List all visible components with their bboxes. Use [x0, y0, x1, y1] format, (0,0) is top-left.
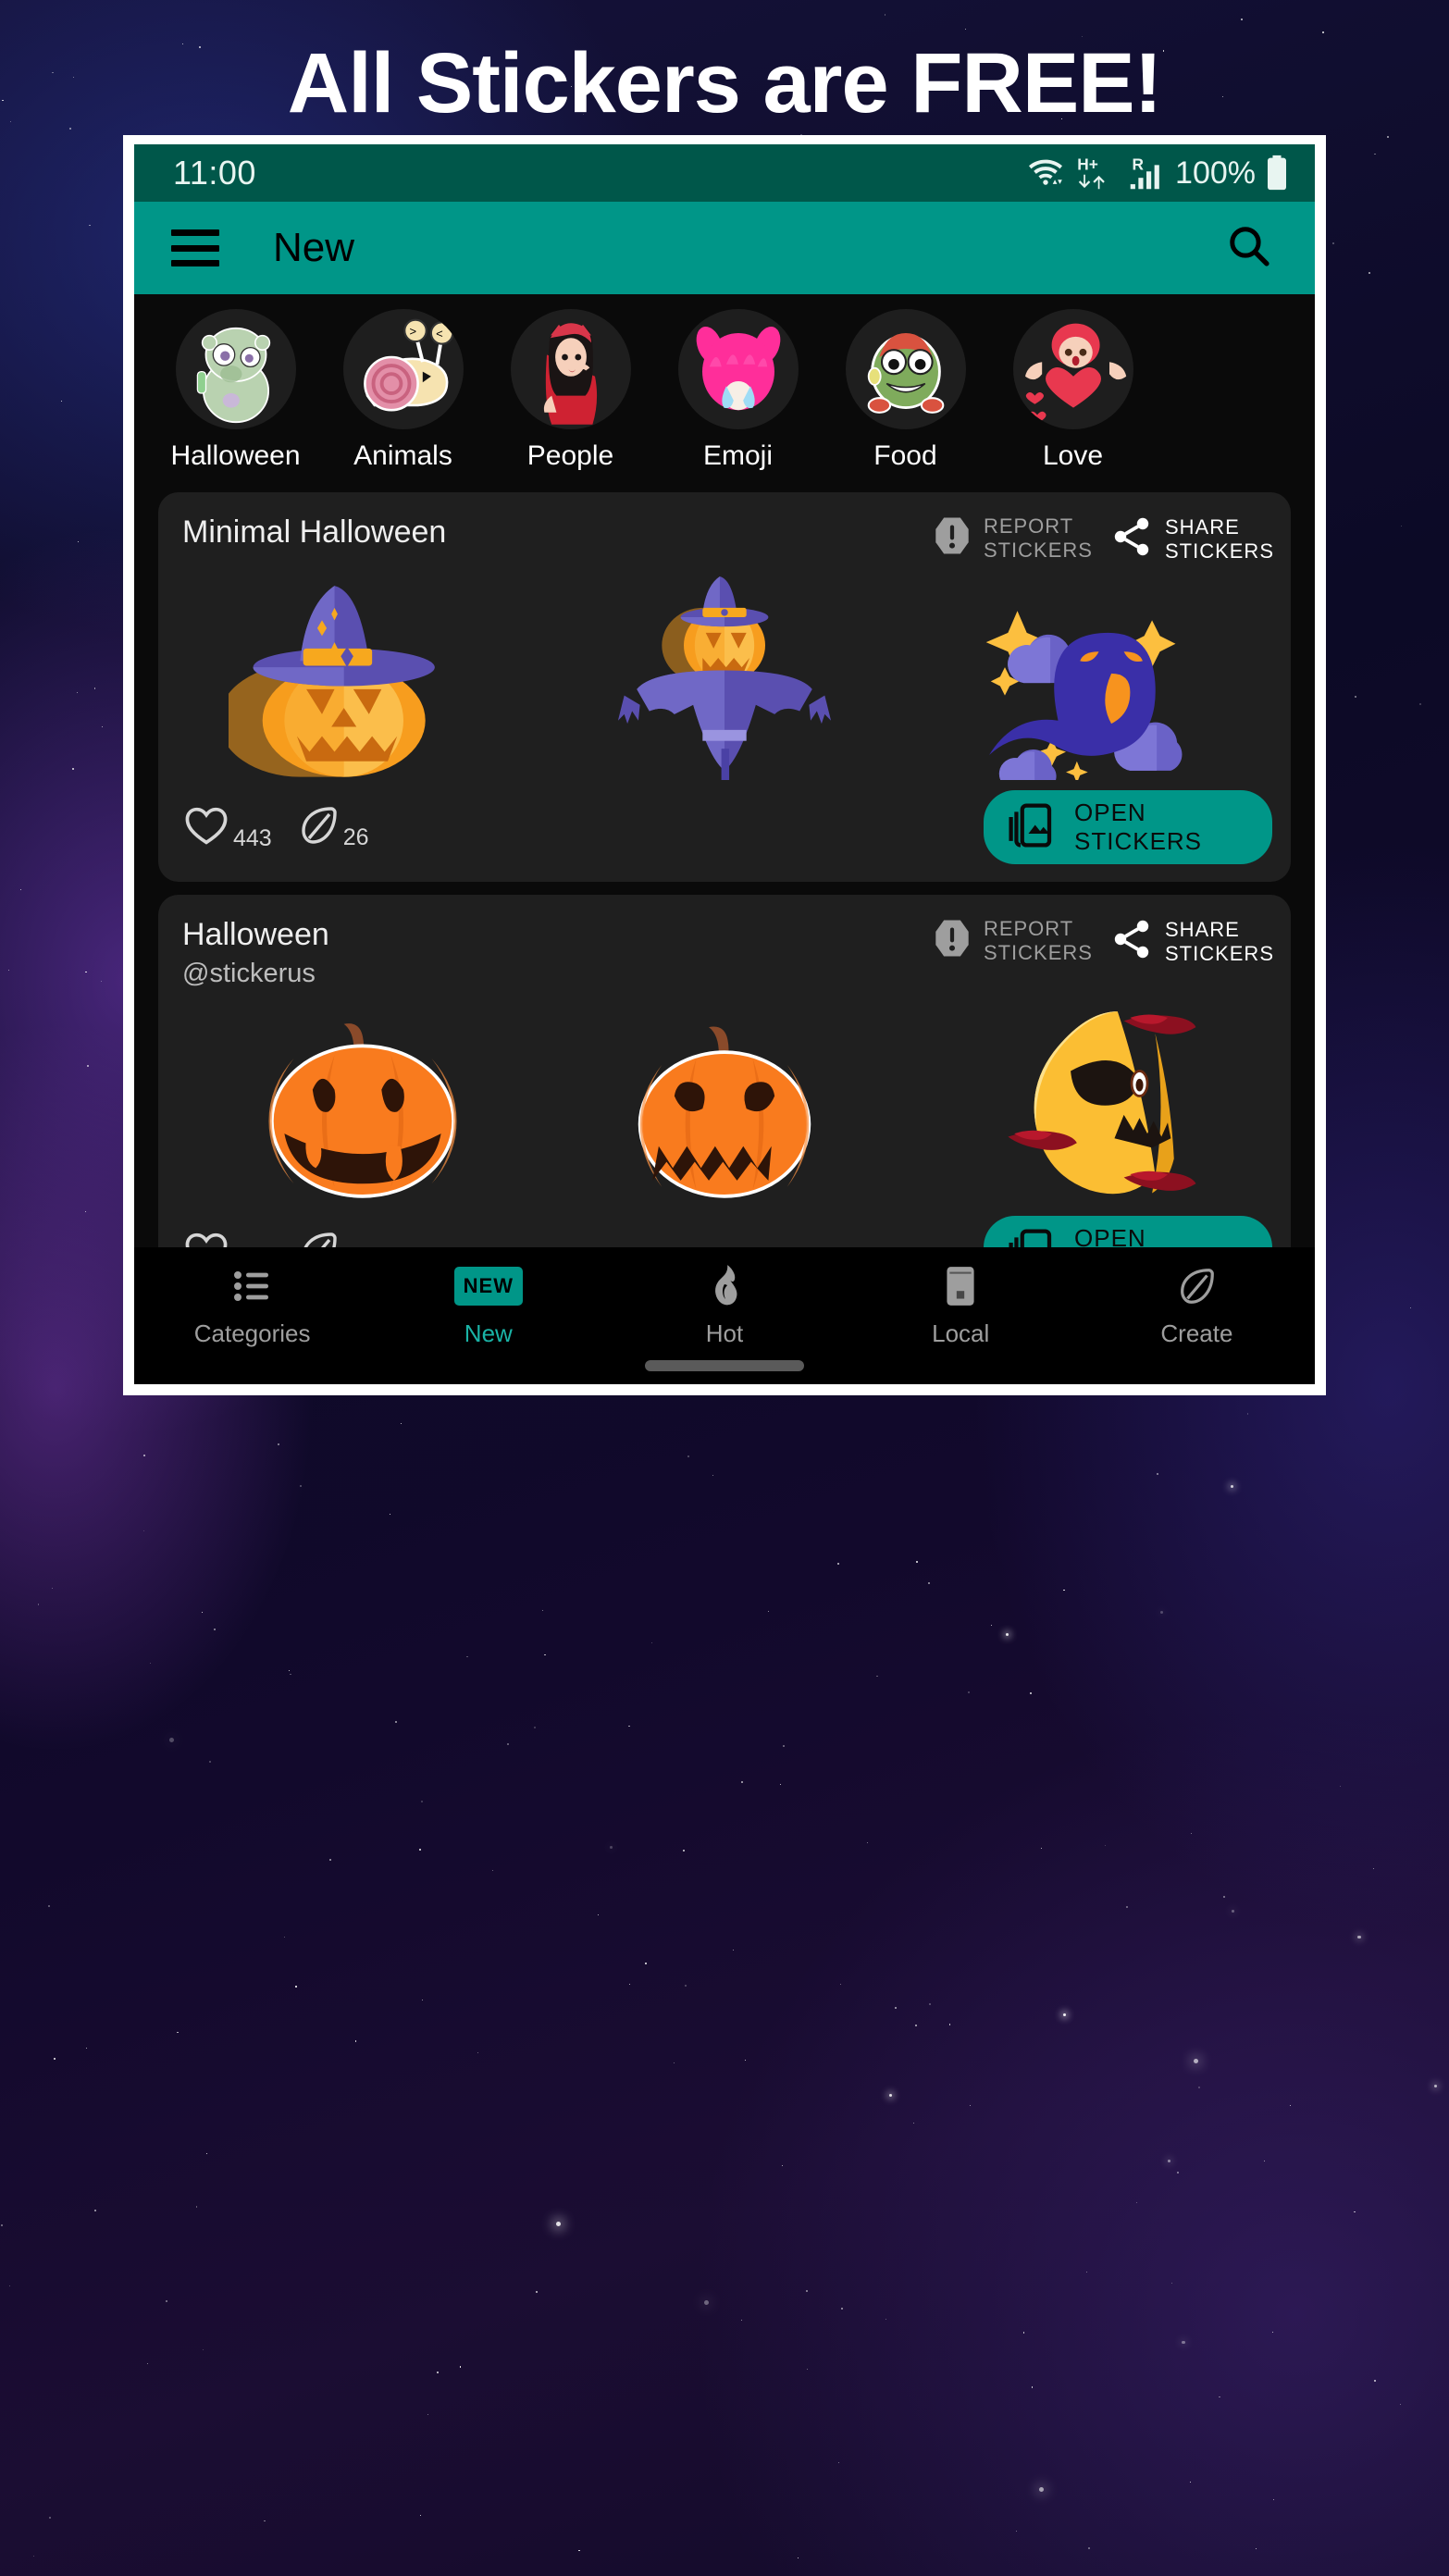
- status-time: 11:00: [173, 154, 256, 192]
- watermelon-monster-sticker: [845, 309, 966, 429]
- signal-icon: R: [1127, 155, 1166, 191]
- nav-label: Local: [932, 1319, 990, 1347]
- snail-sticker: > <: [342, 309, 464, 429]
- purple-ghost-sticker[interactable]: [952, 576, 1220, 790]
- status-icons: H+ R 100%: [1025, 155, 1289, 192]
- nav-item-categories[interactable]: Categories: [134, 1262, 370, 1348]
- open-stickers-label: OPEN STICKERS: [1074, 799, 1203, 855]
- battery-icon: [1265, 155, 1289, 192]
- phone-screen: 11:00 H+ R 100% New Halloween > < Animal…: [134, 144, 1315, 1384]
- new-badge-text: NEW: [453, 1267, 523, 1306]
- category-item-animals[interactable]: > < Animals: [326, 309, 480, 472]
- smiling-jack-o-lantern-sticker[interactable]: [229, 1002, 497, 1206]
- hamburger-menu-icon[interactable]: [171, 229, 219, 266]
- nav-label: Hot: [705, 1319, 744, 1347]
- pack-titles: Minimal Halloween: [182, 513, 915, 551]
- category-item-halloween[interactable]: Halloween: [158, 309, 313, 472]
- phone-frame: 11:00 H+ R 100% New Halloween > < Animal…: [123, 135, 1326, 1395]
- phone-icon: [940, 1262, 981, 1310]
- new-badge-icon: NEW: [453, 1262, 523, 1310]
- share-stickers-label: SHARE STICKERS: [1164, 917, 1274, 965]
- svg-text:H+: H+: [1077, 155, 1098, 174]
- creations-count: 26: [342, 824, 369, 850]
- nav-label: New: [464, 1319, 513, 1347]
- heart-icon: [182, 801, 230, 854]
- nav-item-new[interactable]: NEW New: [370, 1262, 606, 1348]
- share-icon: [1109, 514, 1154, 564]
- pumpkin-witch-hat-sticker[interactable]: [218, 576, 497, 780]
- flame-icon: [703, 1262, 746, 1310]
- pack-name: Halloween: [182, 917, 329, 952]
- woman-sticker: [510, 309, 631, 429]
- report-stickers-button[interactable]: REPORT STICKERS: [932, 513, 1093, 563]
- yellow-moon-monster-sticker[interactable]: [952, 1002, 1220, 1206]
- nav-label: Categories: [193, 1319, 311, 1347]
- scarecrow-sticker[interactable]: [590, 576, 859, 780]
- share-stickers-button[interactable]: SHARE STICKERS: [1109, 915, 1274, 966]
- category-label: Love: [1042, 440, 1104, 471]
- likes-count: 443: [233, 824, 272, 851]
- category-label: Halloween: [170, 440, 301, 471]
- share-stickers-button[interactable]: SHARE STICKERS: [1109, 513, 1274, 564]
- report-stickers-label: REPORT STICKERS: [983, 917, 1093, 964]
- app-bar: New: [134, 202, 1315, 294]
- pack-preview[interactable]: [158, 569, 1291, 790]
- creations-stat[interactable]: 26: [296, 802, 369, 853]
- nav-item-hot[interactable]: Hot: [606, 1262, 842, 1348]
- battery-percent: 100%: [1175, 155, 1256, 191]
- zombie-sticker: [175, 309, 296, 429]
- category-item-food[interactable]: Food: [828, 309, 983, 472]
- likes-stat[interactable]: 443: [182, 801, 272, 854]
- report-stickers-button[interactable]: REPORT STICKERS: [932, 915, 1093, 965]
- wifi-icon: [1025, 156, 1066, 190]
- open-stickers-button[interactable]: OPEN STICKERS: [984, 790, 1272, 864]
- report-stickers-label: REPORT STICKERS: [983, 514, 1093, 562]
- category-label: People: [526, 440, 614, 471]
- pack-preview[interactable]: [158, 995, 1291, 1208]
- category-item-emoji[interactable]: Emoji: [661, 309, 815, 472]
- pack-author: @stickerus: [182, 959, 316, 988]
- share-icon: [1109, 917, 1154, 966]
- feather-icon: [296, 802, 341, 853]
- category-item-people[interactable]: People: [493, 309, 648, 472]
- promo-headline: All Stickers are FREE!: [287, 36, 1162, 130]
- bottom-navigation[interactable]: Categories NEW New Hot Local Create: [134, 1247, 1315, 1384]
- share-stickers-label: SHARE STICKERS: [1164, 514, 1274, 563]
- sticker-pack-card[interactable]: Minimal Halloween REPORT STICKERS SHARE …: [158, 492, 1291, 882]
- svg-text:R: R: [1132, 155, 1144, 174]
- pack-titles: Halloween @stickerus: [182, 915, 915, 989]
- nav-item-create[interactable]: Create: [1079, 1262, 1315, 1348]
- nav-item-local[interactable]: Local: [843, 1262, 1079, 1348]
- mobile-data-icon: H+: [1075, 155, 1118, 191]
- pack-name: Minimal Halloween: [182, 514, 447, 550]
- gallery-icon: [1008, 800, 1058, 855]
- list-icon: [230, 1262, 275, 1310]
- scary-jack-o-lantern-sticker[interactable]: [590, 1002, 859, 1206]
- nav-label: Create: [1160, 1319, 1233, 1347]
- svg-text:<: <: [436, 327, 443, 341]
- status-bar: 11:00 H+ R 100%: [134, 144, 1315, 202]
- report-icon: [932, 514, 972, 562]
- home-indicator[interactable]: [645, 1360, 804, 1371]
- search-icon[interactable]: [1224, 221, 1274, 276]
- pack-footer: 443 26 OPEN STICKERS: [158, 782, 1291, 882]
- category-label: Animals: [353, 440, 452, 471]
- report-icon: [932, 917, 972, 964]
- crying-emoji-sticker: [677, 309, 799, 429]
- category-label: Food: [873, 440, 937, 471]
- sticker-pack-card[interactable]: Halloween @stickerus REPORT STICKERS SHA…: [158, 895, 1291, 1307]
- feather-icon: [1175, 1262, 1218, 1310]
- heart-girl-sticker: [1012, 309, 1133, 429]
- category-item-love[interactable]: Love: [996, 309, 1150, 472]
- category-label: Emoji: [702, 440, 773, 471]
- svg-text:>: >: [409, 325, 416, 339]
- pack-header: Halloween @stickerus REPORT STICKERS SHA…: [158, 895, 1291, 995]
- page-title: New: [273, 225, 355, 270]
- category-strip[interactable]: Halloween > < Animals People Emoji Food …: [134, 294, 1315, 479]
- pack-header: Minimal Halloween REPORT STICKERS SHARE …: [158, 492, 1291, 569]
